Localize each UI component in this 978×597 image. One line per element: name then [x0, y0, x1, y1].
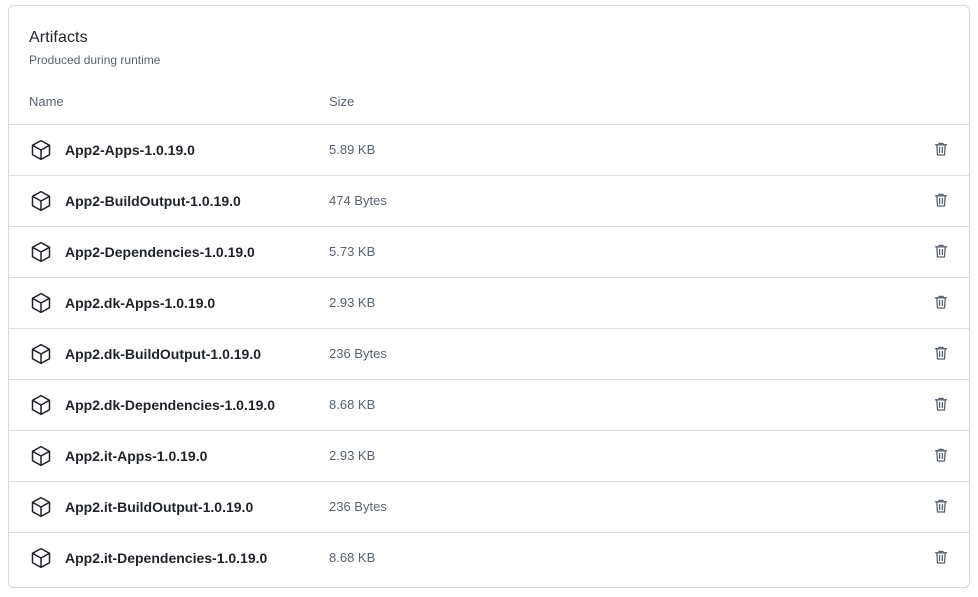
artifact-row: App2.dk-Dependencies-1.0.19.0 8.68 KB — [9, 379, 969, 430]
artifact-name-link[interactable]: App2.dk-BuildOutput-1.0.19.0 — [65, 346, 261, 362]
artifact-row: App2.it-Dependencies-1.0.19.0 8.68 KB — [9, 532, 969, 583]
section-subtitle: Produced during runtime — [29, 53, 161, 67]
artifact-name-link[interactable]: App2-Apps-1.0.19.0 — [65, 142, 195, 158]
artifact-row: App2-BuildOutput-1.0.19.0 474 Bytes — [9, 175, 969, 226]
delete-artifact-button[interactable] — [933, 243, 949, 259]
trash-icon — [934, 193, 948, 207]
trash-icon — [934, 295, 948, 309]
package-icon — [29, 495, 53, 519]
package-icon — [29, 138, 53, 162]
artifact-size: 236 Bytes — [329, 346, 387, 361]
package-icon — [29, 546, 53, 570]
artifact-size: 2.93 KB — [329, 448, 376, 463]
package-icon — [29, 240, 53, 264]
trash-icon — [934, 448, 948, 462]
artifact-row: App2-Apps-1.0.19.0 5.89 KB — [9, 124, 969, 175]
column-header-size: Size — [329, 94, 355, 109]
artifact-name-link[interactable]: App2.it-Apps-1.0.19.0 — [65, 448, 207, 464]
section-title: Artifacts — [29, 29, 88, 46]
artifacts-list: App2-Apps-1.0.19.0 5.89 KB App2-BuildOut… — [9, 124, 969, 583]
trash-icon — [934, 499, 948, 513]
artifact-size: 8.68 KB — [329, 397, 376, 412]
artifact-name-link[interactable]: App2-BuildOutput-1.0.19.0 — [65, 193, 241, 209]
artifact-size: 5.73 KB — [329, 244, 376, 259]
trash-icon — [934, 397, 948, 411]
delete-artifact-button[interactable] — [933, 294, 949, 310]
delete-artifact-button[interactable] — [933, 549, 949, 565]
artifact-row: App2.it-BuildOutput-1.0.19.0 236 Bytes — [9, 481, 969, 532]
package-icon — [29, 189, 53, 213]
table-header: Name Size — [9, 94, 969, 114]
artifact-size: 236 Bytes — [329, 499, 387, 514]
artifact-row: App2.dk-Apps-1.0.19.0 2.93 KB — [9, 277, 969, 328]
delete-artifact-button[interactable] — [933, 192, 949, 208]
delete-artifact-button[interactable] — [933, 396, 949, 412]
package-icon — [29, 444, 53, 468]
column-header-name: Name — [29, 94, 64, 109]
artifact-size: 5.89 KB — [329, 142, 376, 157]
delete-artifact-button[interactable] — [933, 498, 949, 514]
trash-icon — [934, 550, 948, 564]
trash-icon — [934, 142, 948, 156]
delete-artifact-button[interactable] — [933, 447, 949, 463]
trash-icon — [934, 346, 948, 360]
artifact-row: App2.it-Apps-1.0.19.0 2.93 KB — [9, 430, 969, 481]
artifact-name-link[interactable]: App2.it-Dependencies-1.0.19.0 — [65, 550, 267, 566]
artifact-size: 474 Bytes — [329, 193, 387, 208]
artifact-name-link[interactable]: App2.it-BuildOutput-1.0.19.0 — [65, 499, 253, 515]
artifact-size: 8.68 KB — [329, 550, 376, 565]
package-icon — [29, 393, 53, 417]
package-icon — [29, 291, 53, 315]
artifact-name-link[interactable]: App2-Dependencies-1.0.19.0 — [65, 244, 255, 260]
artifact-row: App2.dk-BuildOutput-1.0.19.0 236 Bytes — [9, 328, 969, 379]
delete-artifact-button[interactable] — [933, 141, 949, 157]
artifact-name-link[interactable]: App2.dk-Apps-1.0.19.0 — [65, 295, 215, 311]
package-icon — [29, 342, 53, 366]
delete-artifact-button[interactable] — [933, 345, 949, 361]
artifact-name-link[interactable]: App2.dk-Dependencies-1.0.19.0 — [65, 397, 275, 413]
artifacts-panel: Artifacts Produced during runtime Name S… — [8, 5, 970, 588]
artifact-row: App2-Dependencies-1.0.19.0 5.73 KB — [9, 226, 969, 277]
artifact-size: 2.93 KB — [329, 295, 376, 310]
trash-icon — [934, 244, 948, 258]
artifacts-header: Artifacts Produced during runtime — [29, 29, 160, 67]
